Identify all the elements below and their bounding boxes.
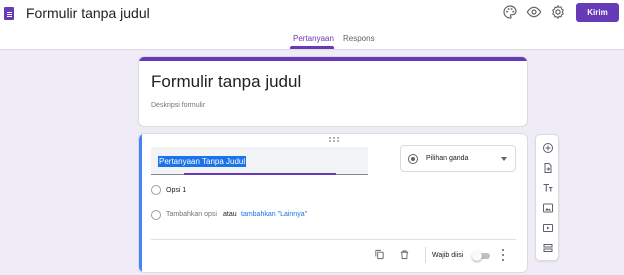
form-title-card: Formulir tanpa judul Deskripsi formulir	[138, 56, 528, 127]
tab-responses[interactable]: Respons	[343, 34, 375, 43]
add-question-icon[interactable]	[542, 142, 554, 154]
tab-questions[interactable]: Pertanyaan	[293, 34, 334, 43]
add-option-button[interactable]: Tambahkan opsi	[166, 211, 217, 218]
footer-divider	[151, 239, 516, 240]
question-card[interactable]: Pertanyaan Tanpa Judul Pilihan ganda Ops…	[138, 133, 528, 273]
form-description-field[interactable]: Deskripsi formulir	[151, 102, 205, 109]
active-card-indicator	[139, 134, 142, 272]
dropdown-arrow-icon	[501, 157, 507, 161]
required-label: Wajib diisi	[432, 252, 464, 259]
toggle-knob	[472, 251, 482, 261]
top-app-bar: Formulir tanpa judul Kirim Pertanyaan Re…	[0, 0, 624, 50]
question-title-text: Pertanyaan Tanpa Judul	[158, 156, 247, 167]
document-title[interactable]: Formulir tanpa judul	[26, 5, 150, 21]
input-focus-underline	[184, 173, 336, 175]
forms-app-icon[interactable]	[4, 7, 14, 20]
add-section-icon[interactable]	[542, 242, 554, 254]
add-title-icon[interactable]	[542, 182, 554, 194]
duplicate-icon[interactable]	[374, 249, 385, 260]
add-image-icon[interactable]	[542, 202, 554, 214]
header-divider	[0, 49, 624, 50]
question-title-input[interactable]: Pertanyaan Tanpa Judul	[151, 147, 368, 175]
send-button[interactable]: Kirim	[576, 3, 619, 22]
import-questions-icon[interactable]	[542, 162, 554, 174]
option-radio-icon	[151, 185, 161, 195]
add-option-connector: atau	[223, 211, 237, 218]
question-type-dropdown[interactable]: Pilihan ganda	[400, 145, 516, 172]
delete-icon[interactable]	[399, 249, 410, 260]
add-other-option-link[interactable]: tambahkan "Lainnya"	[241, 211, 307, 218]
add-option-radio-icon	[151, 210, 161, 220]
footer-vertical-divider	[425, 247, 426, 263]
settings-gear-icon[interactable]	[550, 4, 566, 20]
theme-band	[139, 57, 527, 61]
radio-button-icon	[408, 154, 418, 164]
more-options-icon[interactable]	[501, 249, 505, 261]
add-video-icon[interactable]	[542, 222, 554, 234]
form-title[interactable]: Formulir tanpa judul	[151, 72, 301, 92]
preview-eye-icon[interactable]	[526, 4, 542, 20]
floating-toolbar	[535, 134, 559, 261]
option-1-label[interactable]: Opsi 1	[166, 187, 186, 194]
palette-icon[interactable]	[502, 4, 518, 20]
required-toggle[interactable]	[472, 251, 492, 261]
drag-handle-icon[interactable]	[329, 137, 339, 142]
question-type-label: Pilihan ganda	[426, 155, 469, 162]
